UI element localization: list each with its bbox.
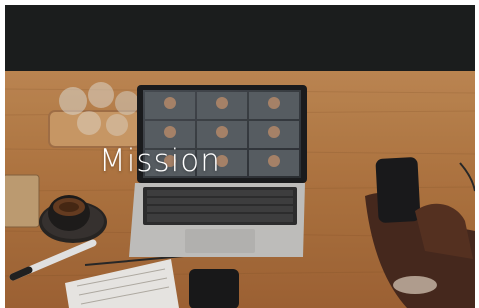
top-banner [5, 5, 475, 71]
hero-photo [5, 71, 475, 308]
hero-section: Mission [5, 71, 475, 308]
page-frame: Mission [5, 5, 475, 308]
hero-title: Mission [99, 143, 221, 179]
